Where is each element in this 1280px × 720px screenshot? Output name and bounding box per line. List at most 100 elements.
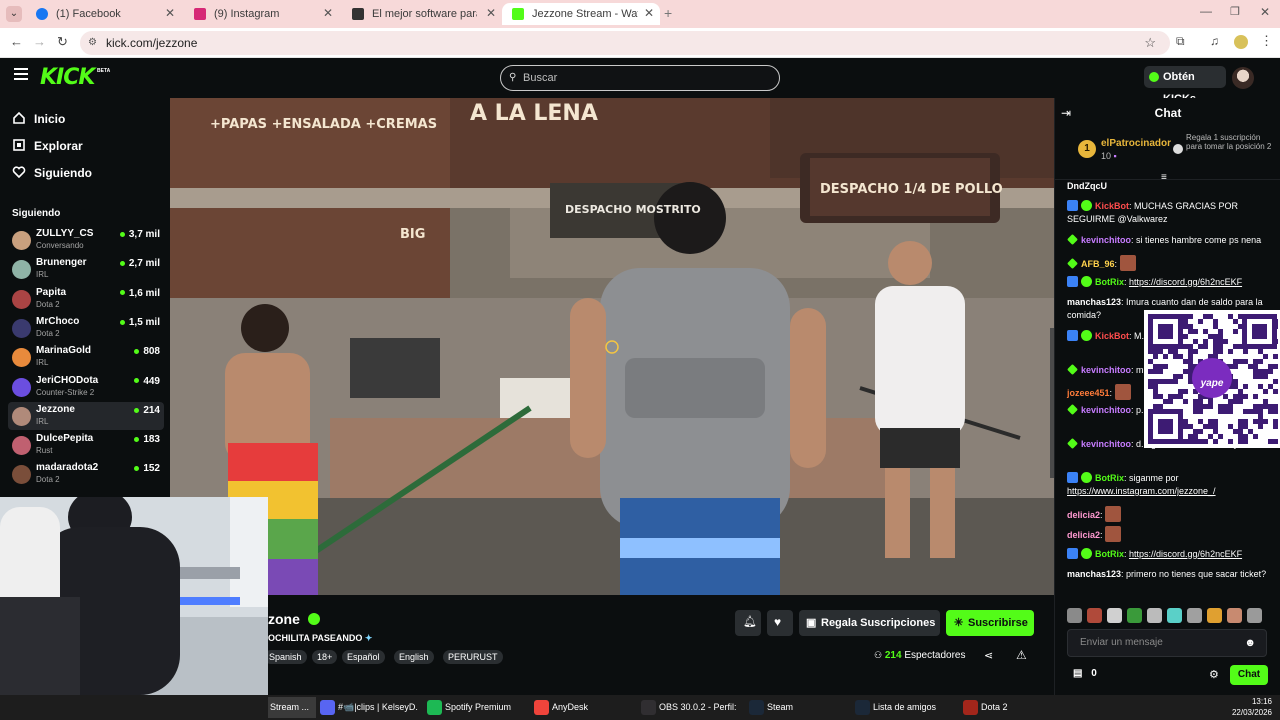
user-avatar[interactable] <box>1232 67 1254 89</box>
stream-tag[interactable]: Spanish <box>264 650 307 664</box>
taskbar-app[interactable]: Stream ... <box>268 697 316 718</box>
tab-software[interactable]: El mejor software para potenciar ✕ <box>342 3 502 25</box>
reload-icon[interactable]: ↻ <box>57 34 68 50</box>
close-window-icon[interactable]: ✕ <box>1260 5 1270 19</box>
taskbar-app[interactable]: AnyDesk <box>532 697 632 718</box>
chat-link[interactable]: https://discord.gg/6h2ncEKF <box>1129 277 1242 287</box>
following-item[interactable]: DulcePepita Rust 183 <box>8 431 164 459</box>
chat-username[interactable]: kevinchitoo <box>1081 365 1131 375</box>
nav-explorar[interactable]: Explorar <box>12 136 83 156</box>
chat-username[interactable]: kevinchitoo <box>1081 405 1131 415</box>
emote-shortcut[interactable] <box>1227 608 1242 623</box>
bookmark-star-icon[interactable]: ☆ <box>1144 31 1156 55</box>
site-info-icon[interactable]: ⚙ <box>88 31 97 55</box>
following-item[interactable]: MarinaGold IRL 808 <box>8 343 164 371</box>
chat-username[interactable]: manchas123 <box>1067 569 1121 579</box>
nav-siguiendo[interactable]: Siguiendo <box>12 163 92 183</box>
chat-message-input[interactable]: Enviar un mensaje ☻ <box>1067 629 1267 657</box>
chat-link[interactable]: https://www.instagram.com/jezzone_/ <box>1067 486 1216 496</box>
subscribe-button[interactable]: ✳ Suscribirse <box>946 610 1034 636</box>
taskbar-app[interactable]: Steam <box>747 697 847 718</box>
chat-link[interactable]: https://discord.gg/6h2ncEKF <box>1129 549 1242 559</box>
following-item[interactable]: Papita Dota 2 1,6 mil <box>8 285 164 313</box>
chat-username[interactable]: delicia2 <box>1067 510 1100 520</box>
chat-username[interactable]: BotRix <box>1095 277 1124 287</box>
profile-icon[interactable] <box>1234 35 1248 49</box>
emote-image <box>1105 506 1122 522</box>
qr-module <box>1168 399 1173 404</box>
notification-bell-button[interactable]: 🔔︎ <box>735 610 761 636</box>
stream-tag[interactable]: Español <box>342 650 385 664</box>
chat-username[interactable]: kevinchitoo <box>1081 235 1131 245</box>
chat-username[interactable]: delicia2 <box>1067 530 1100 540</box>
forward-icon[interactable]: → <box>33 34 46 49</box>
search-input[interactable]: ⚲ Buscar <box>500 65 780 91</box>
kicks-wallet[interactable]: ▤ 0 <box>1073 668 1097 679</box>
emote-shortcut[interactable] <box>1187 608 1202 623</box>
report-icon[interactable]: ⚠ <box>1016 648 1027 662</box>
taskbar-app[interactable]: OBS 30.0.2 - Perfil: ... <box>639 697 739 718</box>
streamer-name[interactable]: zone <box>268 611 320 627</box>
taskbar-app[interactable]: Spotify Premium <box>425 697 525 718</box>
restore-icon[interactable]: ❐ <box>1230 5 1240 18</box>
close-tab-icon[interactable]: ✕ <box>323 6 333 20</box>
qr-module <box>1218 434 1223 439</box>
top-gifter-name[interactable]: elPatrocinador <box>1101 138 1171 149</box>
get-kicks-button[interactable]: Obtén KICKs <box>1144 66 1226 105</box>
following-item[interactable]: Jezzone IRL 214 <box>8 401 164 430</box>
close-tab-icon[interactable]: ✕ <box>165 6 175 20</box>
stream-tag[interactable]: 18+ <box>312 650 338 664</box>
chat-send-button[interactable]: Chat <box>1230 665 1268 685</box>
emote-shortcut[interactable] <box>1147 608 1162 623</box>
stream-tag[interactable]: PERURUST <box>443 650 503 664</box>
kick-logo[interactable]: KICK <box>40 65 95 90</box>
close-tab-icon[interactable]: ✕ <box>644 6 654 20</box>
emote-shortcut[interactable] <box>1087 608 1102 623</box>
emote-shortcut[interactable] <box>1167 608 1182 623</box>
taskbar-app[interactable]: #📹|clips | KelseyD... <box>318 697 418 718</box>
following-item[interactable]: madaradota2 Dota 2 152 <box>8 460 164 488</box>
system-clock[interactable]: 13:16 22/03/2026 <box>1232 696 1272 718</box>
emoji-picker-icon[interactable]: ☻ <box>1244 630 1256 656</box>
chat-username[interactable]: BotRix <box>1095 549 1124 559</box>
following-item[interactable]: ZULLYY_CS Conversando 3,7 mil <box>8 226 164 254</box>
chat-settings-gear-icon[interactable]: ⚙ <box>1209 668 1219 681</box>
emote-shortcut[interactable] <box>1247 608 1262 623</box>
chat-username[interactable]: jozeee451 <box>1067 388 1110 398</box>
taskbar-app[interactable]: Dota 2 <box>961 697 1021 718</box>
following-item[interactable]: JeriCHODota Counter-Strike 2 449 <box>8 373 164 401</box>
chat-username[interactable]: KickBot <box>1095 201 1129 211</box>
emote-shortcut[interactable] <box>1207 608 1222 623</box>
video-player[interactable]: A LA LENA DESPACHO 1/4 DE POLLO +PAPAS +… <box>170 98 1054 595</box>
hamburger-menu-icon[interactable] <box>14 68 28 80</box>
chat-username[interactable]: kevinchitoo <box>1081 439 1131 449</box>
chat-username[interactable]: BotRix <box>1095 473 1124 483</box>
chat-username[interactable]: manchas123 <box>1067 297 1121 307</box>
tab-instagram[interactable]: (9) Instagram ✕ <box>184 3 339 25</box>
gift-subscriptions-button[interactable]: ▣ Regala Suscripciones <box>799 610 940 636</box>
menu-dots-icon[interactable]: ⋮ <box>1260 33 1273 49</box>
following-item[interactable]: MrChoco Dota 2 1,5 mil <box>8 314 164 342</box>
emote-shortcut[interactable] <box>1067 608 1082 623</box>
tab-facebook[interactable]: (1) Facebook ✕ <box>26 3 181 25</box>
taskbar-app[interactable]: Lista de amigos <box>853 697 953 718</box>
emote-shortcut[interactable] <box>1127 608 1142 623</box>
tab-list-icon[interactable]: ⌄ <box>6 6 22 22</box>
following-item[interactable]: Brunenger IRL 2,7 mil <box>8 255 164 283</box>
url-field[interactable]: ⚙ kick.com/jezzone ☆ <box>80 31 1170 55</box>
emote-shortcut[interactable] <box>1107 608 1122 623</box>
chat-username[interactable]: DndZqcU <box>1067 181 1107 191</box>
stream-tag[interactable]: English <box>394 650 434 664</box>
follow-heart-button[interactable]: ♥ <box>767 610 793 636</box>
back-icon[interactable]: ← <box>10 34 23 49</box>
tab-jezzone-kick[interactable]: Jezzone Stream - Watch Live on ✕ <box>502 3 660 25</box>
media-icon[interactable]: ♫ <box>1210 34 1219 48</box>
nav-inicio[interactable]: Inicio <box>12 109 65 129</box>
new-tab-icon[interactable]: + <box>664 5 672 21</box>
chat-username[interactable]: KickBot <box>1095 331 1129 341</box>
extensions-icon[interactable]: ⧉ <box>1176 34 1185 49</box>
close-tab-icon[interactable]: ✕ <box>486 6 496 20</box>
minimize-icon[interactable]: — <box>1200 4 1212 18</box>
share-icon[interactable]: ⋖ <box>984 649 993 662</box>
chat-username[interactable]: AFB_96 <box>1081 259 1115 269</box>
